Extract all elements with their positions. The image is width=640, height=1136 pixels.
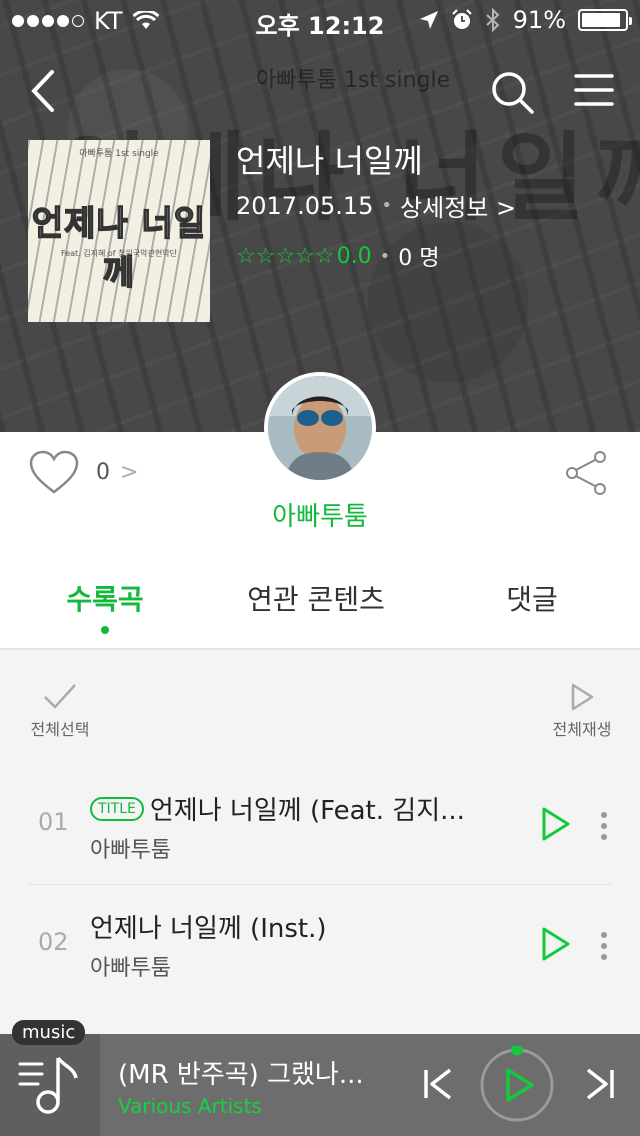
alarm-clock-icon [451,9,472,29]
player-play-button[interactable] [478,1046,556,1124]
header-background-subtitle: 아빠투툼 1st single [256,68,451,93]
track-row[interactable]: 02 언제나 너일께 (Inst.) 아빠투툼 [0,890,640,1008]
cover-feat-text: Feat. 김지혜 of 창원국악관현악단 [61,249,177,258]
title-track-badge: TITLE [90,796,144,821]
status-right: 91% [419,6,632,34]
play-icon[interactable] [540,926,572,962]
cover-top-text: 아빠투툼 1st single [79,149,159,159]
more-options-icon[interactable] [598,930,610,966]
heart-icon[interactable] [28,450,80,496]
details-link[interactable]: 상세정보 > [400,188,516,223]
content-tabs: 수록곡 연관 콘텐츠 댓글 [0,578,640,634]
track-title-text: 언제나 너일께 (Feat. 김지... [149,796,465,826]
rating-stars-icon: ☆☆☆☆☆ [236,243,335,269]
cover-title: 언제나 너일께 [31,203,207,294]
track-artist: 아빠투툼 [90,838,171,863]
checkmark-icon [44,684,76,709]
bluetooth-icon [485,8,500,32]
music-playlist-icon[interactable] [18,1052,82,1118]
previous-track-icon[interactable] [422,1066,454,1102]
tab-related-content[interactable]: 연관 콘텐츠 [216,578,416,618]
track-divider [28,884,612,885]
artist-photo [268,376,372,480]
active-tab-indicator [101,626,109,634]
tab-tracks[interactable]: 수록곡 [5,578,205,618]
select-all-button[interactable]: 전체선택 [26,682,94,740]
select-all-label: 전체선택 [30,720,90,739]
track-title: 언제나 너일께 (Inst.) [90,908,327,945]
next-track-icon[interactable] [584,1066,616,1102]
track-number: 02 [38,928,69,956]
rating-score: 0.0 [336,243,372,269]
now-playing-artist[interactable]: Various Artists [118,1094,262,1118]
hamburger-menu-icon[interactable] [574,72,614,108]
artist-name[interactable]: 아빠투툼 [0,496,640,533]
back-icon[interactable] [24,66,64,116]
play-icon[interactable] [540,806,572,842]
battery-percent: 91% [512,6,566,34]
more-options-icon[interactable] [598,810,610,846]
album-cover[interactable]: 아빠투툼 1st single 언제나 너일께 Feat. 김지혜 of 창원국… [28,140,210,322]
rating-count: 0 명 [398,246,440,271]
battery-icon [578,9,632,31]
now-playing-title[interactable]: (MR 반주곡) 그랬나... [118,1054,364,1091]
share-icon[interactable] [564,450,608,496]
album-title: 언제나 너일께 [236,142,423,180]
album-rating[interactable]: ☆☆☆☆☆ 0.0 • 0 명 [236,240,439,272]
track-number: 01 [38,808,69,836]
meta-separator: • [381,195,393,216]
play-all-button[interactable]: 전체재생 [548,682,616,740]
tab-comments[interactable]: 댓글 [432,578,632,618]
status-bar: KT 오후 12:12 91% [0,0,640,40]
release-date: 2017.05.15 [236,191,374,220]
track-row[interactable]: 01 TITLE 언제나 너일께 (Feat. 김지... 아빠투툼 [0,770,640,888]
like-count[interactable]: 0 [96,460,110,485]
music-badge: music [12,1020,86,1045]
track-title: TITLE 언제나 너일께 (Feat. 김지... [90,790,465,827]
artist-avatar[interactable] [264,372,376,484]
track-artist: 아빠투툼 [90,956,171,981]
location-arrow-icon [419,11,438,29]
play-outline-icon [571,683,594,711]
play-all-label: 전체재생 [552,720,612,739]
search-icon[interactable] [490,70,534,114]
rating-separator: • [379,245,391,267]
album-meta: 2017.05.15 • 상세정보 > [236,188,516,223]
track-title-text: 언제나 너일께 (Inst.) [90,914,327,944]
chevron-right-icon[interactable]: > [120,460,138,485]
